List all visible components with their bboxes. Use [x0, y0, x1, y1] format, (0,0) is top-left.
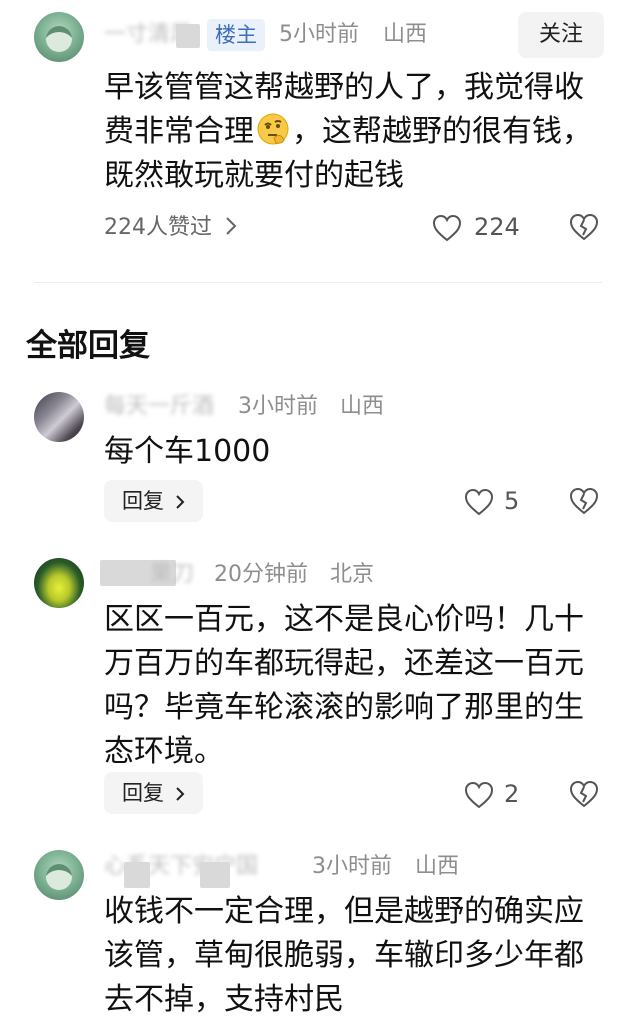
comment-location: 山西: [383, 22, 428, 47]
reply-location: 山西: [340, 394, 385, 419]
like-button[interactable]: 5: [464, 486, 528, 518]
thinking-face-icon: [256, 112, 290, 146]
avatar[interactable]: [34, 850, 84, 900]
broken-heart-icon[interactable]: [568, 779, 600, 809]
reply-button[interactable]: 回复: [104, 480, 203, 522]
reply-meta: 每天一斤酒: [104, 392, 214, 422]
like-button[interactable]: 2: [464, 779, 528, 811]
divider: [34, 282, 602, 283]
like-count: 5: [504, 487, 520, 515]
name-redaction: [124, 862, 150, 888]
reply-time: 3小时前: [238, 394, 318, 419]
reply-time: 3小时前: [312, 854, 392, 879]
reply-content: 收钱不一定合理，但是越野的确实应该管，草甸很脆弱，车辙印多少年都去不掉，支持村民: [104, 894, 584, 1017]
reply-meta: 果刀: [150, 560, 194, 590]
reply-time: 20分钟前: [214, 562, 308, 587]
chevron-right-icon: [225, 216, 237, 236]
like-count: 224: [474, 213, 520, 241]
comment-time: 5小时前: [279, 22, 359, 47]
user-name[interactable]: 果刀: [150, 560, 194, 590]
op-badge: 楼主: [207, 19, 265, 51]
user-name[interactable]: 每天一斤酒: [104, 392, 214, 422]
avatar[interactable]: [34, 558, 84, 608]
heart-outline-icon: [464, 488, 494, 516]
name-redaction: [200, 862, 230, 888]
follow-button[interactable]: 关注: [518, 12, 604, 58]
like-count: 2: [504, 780, 520, 808]
broken-heart-icon[interactable]: [568, 486, 600, 516]
chevron-right-icon: [175, 494, 185, 510]
like-button[interactable]: 224: [432, 212, 524, 244]
comment-content: 早该管管这帮越野的人了，我觉得收费非常合理 ，这帮越野的很有钱，既然敢玩就要付的…: [104, 70, 592, 193]
replies-section-title: 全部回复: [26, 328, 150, 364]
reply-content: 区区一百元，这不是良心价吗！几十万百万的车都玩得起，还差这一百元吗？毕竟车轮滚滚…: [104, 602, 584, 769]
broken-heart-icon[interactable]: [568, 212, 600, 242]
reply-location: 北京: [330, 562, 375, 587]
reply-button[interactable]: 回复: [104, 772, 203, 814]
heart-outline-icon: [432, 214, 462, 242]
reply-location: 山西: [415, 854, 460, 879]
avatar[interactable]: [34, 392, 84, 442]
heart-outline-icon: [464, 781, 494, 809]
liked-summary-link[interactable]: 224人赞过: [104, 213, 237, 243]
reply-content: 每个车1000: [104, 434, 271, 469]
avatar[interactable]: [34, 12, 84, 62]
chevron-right-icon: [175, 786, 185, 802]
name-redaction: [176, 24, 200, 48]
